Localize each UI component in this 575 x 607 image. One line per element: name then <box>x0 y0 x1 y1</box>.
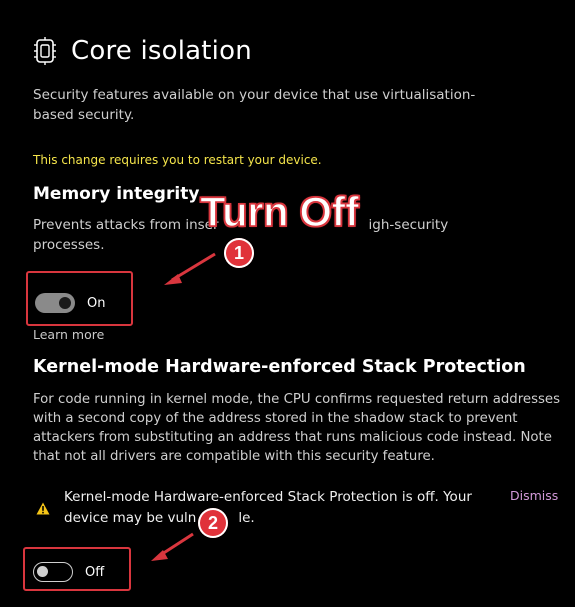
memory-integrity-description-line2: processes. <box>33 237 105 253</box>
alert-line2-end: le. <box>238 510 255 526</box>
learn-more-link[interactable]: Learn more <box>33 327 104 342</box>
kernel-stack-protection-description: For code running in kernel mode, the CPU… <box>33 392 561 464</box>
arrow-icon <box>151 532 194 561</box>
page-description: Security features available on your devi… <box>33 87 476 123</box>
step-badge-1: 1 <box>224 238 254 268</box>
restart-notice: This change requires you to restart your… <box>33 153 322 167</box>
page-header: Core isolation <box>33 36 252 66</box>
core-isolation-page: Core isolation Security features availab… <box>0 0 575 607</box>
arrow-icon <box>164 252 216 285</box>
memory-integrity-title: Memory integrity <box>33 184 200 204</box>
alert-line1: Kernel-mode Hardware-enforced Stack Prot… <box>64 489 472 505</box>
highlight-box-1 <box>26 271 133 326</box>
chip-icon <box>34 37 56 65</box>
memory-integrity-description-end: igh-security <box>368 217 449 233</box>
memory-integrity-description-start: Prevents attacks from inser <box>33 217 219 233</box>
warning-icon <box>36 502 50 515</box>
alert-line2-start: device may be vuln <box>64 510 197 526</box>
highlight-box-2 <box>23 547 131 591</box>
kernel-stack-protection-title: Kernel-mode Hardware-enforced Stack Prot… <box>33 357 526 377</box>
dismiss-link[interactable]: Dismiss <box>510 488 558 503</box>
stack-protection-alert: Kernel-mode Hardware-enforced Stack Prot… <box>64 487 504 529</box>
turn-off-callout: Turn Off <box>199 187 360 236</box>
step-badge-2: 2 <box>198 508 228 538</box>
page-title: Core isolation <box>71 36 252 66</box>
